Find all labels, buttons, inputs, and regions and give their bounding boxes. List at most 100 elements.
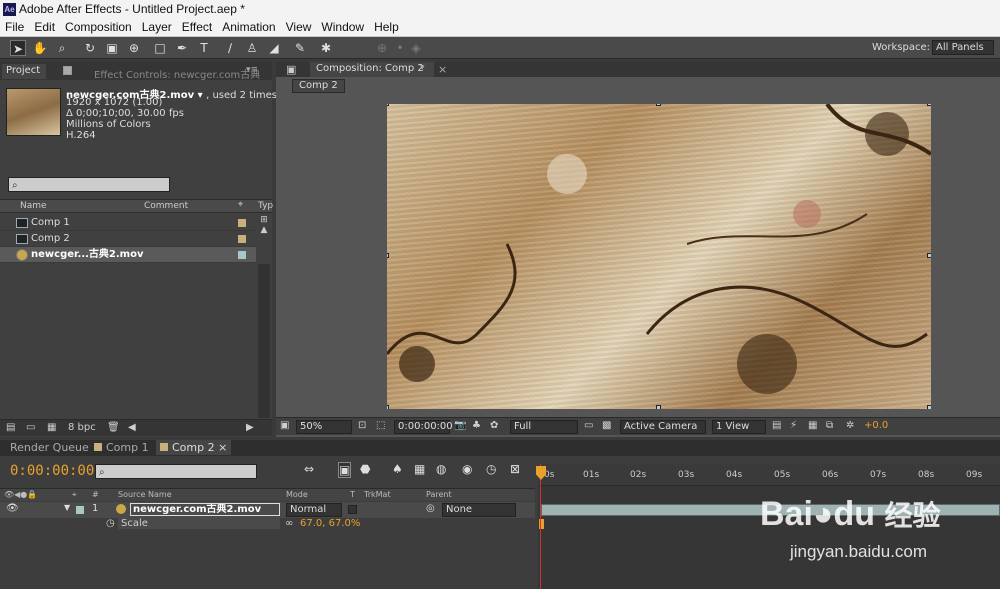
flowchart-icon[interactable]: ⧉ <box>826 420 833 431</box>
current-time-indicator[interactable] <box>540 464 541 589</box>
project-scrollbar[interactable] <box>258 264 270 418</box>
graph-editor-icon[interactable]: ⊠ <box>510 462 520 476</box>
pan-behind-tool-icon[interactable]: ⊕ <box>126 40 142 56</box>
handle-ml[interactable] <box>387 253 389 258</box>
menu-effect[interactable]: Effect <box>177 19 217 36</box>
zoom-select[interactable]: 50% <box>296 420 352 434</box>
brainstorm-icon[interactable]: ◉ <box>462 462 472 476</box>
scroll-left-icon[interactable]: ◀ <box>128 422 136 433</box>
scroll-right-icon[interactable]: ▶ <box>246 422 254 433</box>
col-source-name[interactable]: Source Name <box>118 490 172 499</box>
visibility-icon[interactable]: 👁 <box>6 503 19 514</box>
pen-tool-icon[interactable]: ✒ <box>174 40 190 56</box>
current-time-field[interactable]: 0:00:00:00 <box>394 420 453 434</box>
menu-help[interactable]: Help <box>369 19 404 36</box>
timeline-search-input[interactable]: ⌕ <box>95 464 257 479</box>
zoom-tool-icon[interactable]: ⌕ <box>54 40 70 56</box>
col-t[interactable]: T <box>350 490 355 499</box>
tab-comp-1[interactable]: Comp 1 <box>90 440 153 455</box>
menu-window[interactable]: Window <box>316 19 369 36</box>
frame-blending-icon[interactable]: ▦ <box>414 462 425 476</box>
handle-bl[interactable] <box>387 405 389 409</box>
timeline-icon[interactable]: ▦ <box>808 420 817 431</box>
handle-mr[interactable] <box>927 253 931 258</box>
resolution-select[interactable]: Full <box>510 420 578 434</box>
auto-keyframe-icon[interactable]: ◷ <box>486 462 496 476</box>
parent-select[interactable]: None <box>442 503 516 517</box>
scale-property-row[interactable]: ◷ Scale ∞ 67.0, 67.0% <box>0 518 535 532</box>
axis-view-icon[interactable]: ◈ <box>408 40 424 56</box>
exposure-value[interactable]: +0.0 <box>864 420 888 431</box>
time-ruler[interactable]: 0s 01s 02s 03s 04s 05s 06s 07s 08s 09s <box>538 464 1000 486</box>
shy-layers-icon[interactable]: ♠ <box>392 462 403 476</box>
menu-layer[interactable]: Layer <box>137 19 177 36</box>
interpret-footage-icon[interactable]: ▤ <box>6 422 15 433</box>
handle-br[interactable] <box>927 405 931 409</box>
tab-effect-controls[interactable]: Effect Controls: newcger.com古典 <box>94 66 260 81</box>
safe-margins-icon[interactable]: ⊡ <box>358 420 366 431</box>
comp-menu-icon[interactable]: ▾ <box>420 63 425 73</box>
puppet-tool-icon[interactable]: ✱ <box>318 40 334 56</box>
always-preview-icon[interactable]: ▣ <box>280 420 289 431</box>
menu-view[interactable]: View <box>281 19 317 36</box>
tab-project[interactable]: Project <box>2 64 46 79</box>
type-tool-icon[interactable]: T <box>196 40 212 56</box>
current-time-display[interactable]: 0:00:00:00 <box>10 463 94 479</box>
expand-arrow-icon[interactable]: ▼ <box>64 503 70 512</box>
comp-mini-flowchart-icon[interactable]: ⇔ <box>304 462 314 476</box>
close-tab-icon[interactable]: × <box>438 63 447 76</box>
mask-visibility-icon[interactable]: ⬚ <box>376 420 385 431</box>
new-comp-icon[interactable]: ▦ <box>47 422 56 433</box>
selection-tool-icon[interactable]: ➤ <box>10 40 26 56</box>
rectangle-tool-icon[interactable]: □ <box>152 40 168 56</box>
eraser-tool-icon[interactable]: ◢ <box>266 40 282 56</box>
snapshot-icon[interactable]: 📷 <box>454 420 466 431</box>
project-item-footage[interactable]: newcger...古典2.mov <box>0 247 256 263</box>
col-mode[interactable]: Mode <box>286 490 308 499</box>
col-name[interactable]: Name <box>20 201 47 211</box>
camera-select[interactable]: Active Camera <box>620 420 706 434</box>
motion-blur-icon[interactable]: ◍ <box>436 462 446 476</box>
menu-animation[interactable]: Animation <box>217 19 280 36</box>
draft-3d-icon[interactable]: ⬣ <box>360 462 370 476</box>
brush-tool-icon[interactable]: ∕ <box>222 40 238 56</box>
workspace-select[interactable]: All Panels <box>932 40 994 55</box>
axis-world-icon[interactable]: • <box>392 40 408 56</box>
layer-row[interactable]: 👁 ▼ 1 newcger.com古典2.mov Normal ◎ None <box>0 502 535 518</box>
fast-previews-icon[interactable]: ⚡ <box>790 420 797 431</box>
col-trkmat[interactable]: TrkMat <box>364 490 391 499</box>
live-update-icon[interactable]: ▣ <box>338 462 352 478</box>
menu-composition[interactable]: Composition <box>60 19 137 36</box>
new-folder-icon[interactable]: ▭ <box>26 422 35 433</box>
comp-lock-icon[interactable]: ▣ <box>286 63 296 76</box>
roto-brush-tool-icon[interactable]: ✎ <box>292 40 308 56</box>
comp-flowchart-tab[interactable]: Comp 2 <box>292 79 345 93</box>
camera-tool-icon[interactable]: ▣ <box>104 40 120 56</box>
scale-value[interactable]: 67.0, 67.0% <box>300 518 360 529</box>
panel-menu-icon[interactable]: ▾≡ <box>246 65 258 75</box>
menu-file[interactable]: File <box>0 19 29 36</box>
constrain-proportions-icon[interactable]: ∞ <box>285 518 293 529</box>
axis-mode-icon[interactable]: ⊕ <box>374 40 390 56</box>
tab-comp-2[interactable]: Comp 2 × <box>156 440 232 455</box>
clone-stamp-tool-icon[interactable]: ♙ <box>244 40 260 56</box>
tab-composition[interactable]: Composition: Comp 2 <box>310 62 434 77</box>
region-of-interest-icon[interactable]: ▭ <box>584 420 593 431</box>
col-parent[interactable]: Parent <box>426 490 452 499</box>
label-color-swatch[interactable] <box>76 506 84 514</box>
stopwatch-icon[interactable]: ◷ <box>106 518 115 529</box>
pickwhip-icon[interactable]: ◎ <box>426 503 435 514</box>
channel-icon[interactable]: ✿ <box>490 420 498 431</box>
handle-tl[interactable] <box>387 104 389 106</box>
exposure-icon[interactable]: ✲ <box>846 420 854 431</box>
handle-bc[interactable] <box>656 405 661 409</box>
transparency-grid-icon[interactable]: ▩ <box>602 420 611 431</box>
rotation-tool-icon[interactable]: ↻ <box>82 40 98 56</box>
col-comment[interactable]: Comment <box>144 201 188 211</box>
project-search-input[interactable]: ⌕ <box>8 177 170 192</box>
preserve-transparency-checkbox[interactable] <box>348 505 357 514</box>
pixel-aspect-icon[interactable]: ▤ <box>772 420 781 431</box>
delete-icon[interactable]: 🗑 <box>107 422 120 433</box>
color-depth-label[interactable]: 8 bpc <box>68 422 96 433</box>
menu-edit[interactable]: Edit <box>29 19 60 36</box>
